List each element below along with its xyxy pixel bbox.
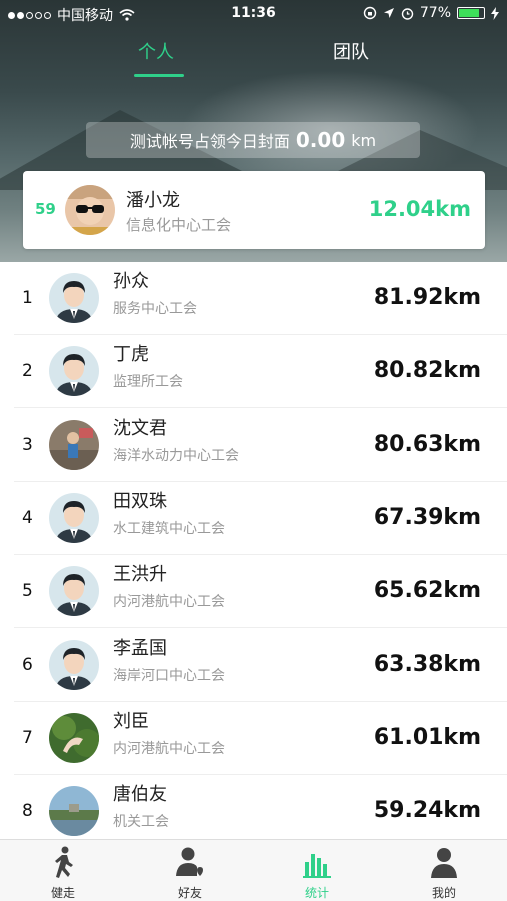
member-org: 机关工会 [113,814,169,831]
ranking-row[interactable]: 2 丁虎监理所工会 80.82km [0,335,507,409]
user-photo-avatar [49,712,99,763]
member-name: 孙众 [113,271,149,292]
ranking-row[interactable]: 3 沈文君海洋水动力中心工会 80.63km [0,409,507,482]
member-name: 刘臣 [113,710,149,732]
default-avatar-icon [49,492,99,543]
tabbar-friends-label: 好友 [177,886,202,900]
tabbar-mine[interactable]: 我的 [381,840,507,901]
member-org: 海洋水动力中心工会 [113,447,239,464]
member-name: 王洪升 [113,564,167,586]
member-distance: 81.92km [373,285,481,310]
stats-icon [303,854,331,878]
member-name: 李孟国 [113,637,167,659]
member-name: 田双珠 [113,490,167,512]
member-name: 沈文君 [113,417,167,439]
alarm-icon [401,7,414,20]
my-avatar [65,185,115,235]
my-rank-number: 59 [35,200,56,218]
member-org: 海岸河口中心工会 [113,667,225,684]
member-org: 水工建筑中心工会 [113,520,225,537]
status-bar: 中国移动 11:36 77% [0,0,507,28]
bottom-tab-bar: 健走 好友 统计 我的 [0,839,507,901]
default-avatar-icon [49,346,99,397]
my-distance: 12.04km [368,197,471,221]
member-org: 服务中心工会 [113,301,197,317]
rank-number: 7 [22,727,33,748]
member-org: 内河港航中心工会 [113,740,225,757]
user-photo-avatar [49,419,99,470]
rank-number: 5 [22,581,33,602]
ranking-row[interactable]: 6 李孟国海岸河口中心工会 63.38km [0,629,507,702]
tab-team[interactable]: 团队 [333,38,369,64]
lock-rotation-icon [363,6,377,20]
tabbar-stats-label: 统计 [304,886,329,900]
location-icon [383,8,394,18]
rank-number: 6 [22,654,33,675]
member-org: 监理所工会 [113,374,183,391]
banner-value: 0.00 [295,128,346,152]
rank-number: 1 [22,288,33,308]
member-distance: 80.82km [373,358,481,384]
member-name: 丁虎 [113,344,149,366]
tabbar-stats[interactable]: 统计 [254,840,380,901]
walking-icon [55,846,73,878]
cover-banner: 测试帐号占领今日封面 0.00 km [86,122,420,158]
tabbar-walk-label: 健走 [50,886,75,900]
member-distance: 67.39km [373,504,481,530]
default-avatar-icon [49,273,99,323]
ranking-row[interactable]: 7 刘臣内河港航中心工会 61.01km [0,702,507,775]
tab-personal[interactable]: 个人 [138,38,174,64]
tab-indicator [134,74,184,77]
battery-percent: 77% [419,5,451,21]
ranking-row[interactable]: 8 唐伯友机关工会 59.24km [0,775,507,849]
friends-icon [176,847,203,876]
ranking-row[interactable]: 4 田双珠水工建筑中心工会 67.39km [0,482,507,555]
ranking-row[interactable]: 5 王洪升内河港航中心工会 65.62km [0,555,507,629]
battery-icon [457,7,485,19]
my-org: 信息化中心工会 [126,216,232,234]
member-org: 内河港航中心工会 [113,594,225,611]
banner-unit: km [351,130,377,150]
member-distance: 59.24km [373,798,481,824]
member-distance: 80.63km [373,431,481,457]
my-rank-card[interactable]: 59 潘小龙 信息化中心工会 12.04km [23,171,485,249]
charging-icon [491,6,499,20]
default-avatar-icon [49,566,99,617]
rank-number: 8 [22,801,33,822]
tabbar-walk[interactable]: 健走 [0,840,126,901]
profile-icon [431,848,457,878]
rank-number: 2 [22,361,33,382]
segment-tabs: 个人 团队 [0,38,507,82]
member-distance: 65.62km [373,578,481,604]
member-name: 唐伯友 [113,784,167,806]
rank-number: 3 [22,434,33,455]
default-avatar-icon [49,639,99,690]
rank-number: 4 [22,507,33,528]
user-photo-avatar [49,786,99,837]
banner-text: 测试帐号占领今日封面 [129,132,290,151]
tabbar-friends[interactable]: 好友 [127,840,253,901]
tabbar-mine-label: 我的 [431,886,456,900]
ranking-row[interactable]: 1 孙众服务中心工会 81.92km [0,262,507,335]
my-name: 潘小龙 [126,190,180,211]
member-distance: 63.38km [373,651,481,677]
member-distance: 61.01km [373,724,481,750]
